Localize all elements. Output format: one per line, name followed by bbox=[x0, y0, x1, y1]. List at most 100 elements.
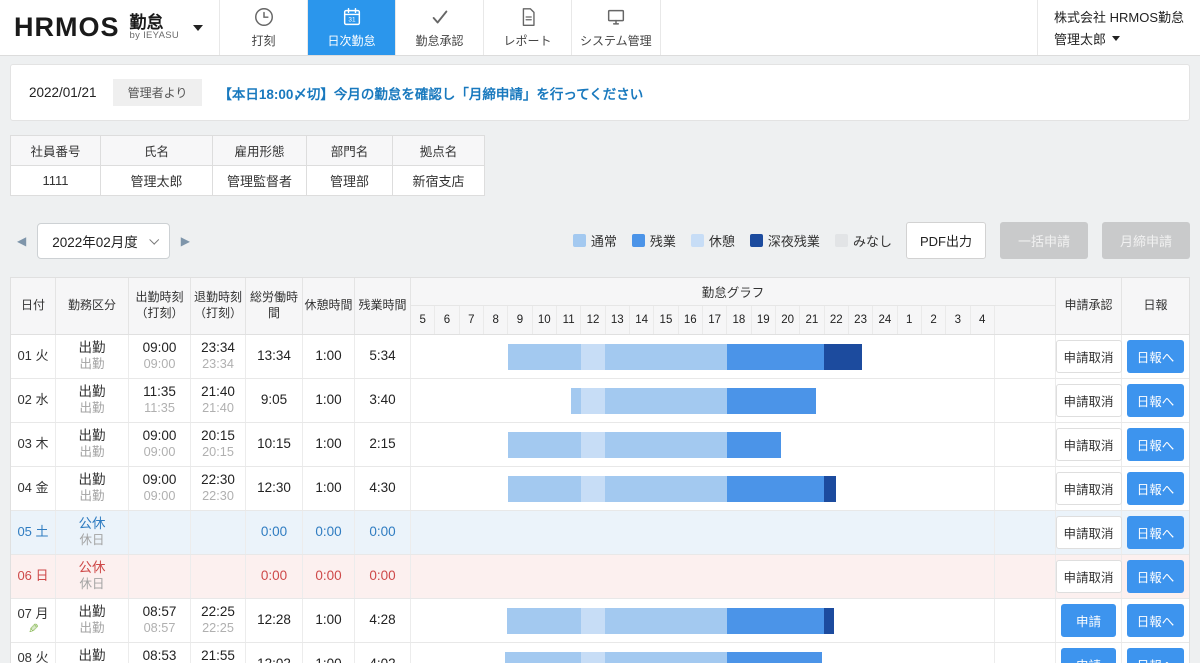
bulk-apply-button[interactable]: 一括申請 bbox=[1000, 222, 1088, 259]
date-label: 02 水 bbox=[17, 392, 48, 408]
hours-value: 1:00 bbox=[315, 612, 341, 629]
daily-report-button[interactable]: 日報へ bbox=[1127, 472, 1185, 505]
daily-report-button[interactable]: 日報へ bbox=[1127, 604, 1185, 637]
hour-header-cell: 15 bbox=[654, 306, 678, 334]
gantt-cell bbox=[411, 555, 1056, 598]
clock-time: 23:34 bbox=[201, 340, 235, 357]
overtime-hours-cell: 4:30 bbox=[355, 467, 411, 510]
date-cell: 03 木 bbox=[11, 423, 56, 466]
clock-out-cell: 22:3022:30 bbox=[191, 467, 246, 510]
hours-value: 12:28 bbox=[257, 612, 291, 629]
clock-time: 08:57 bbox=[143, 604, 177, 621]
worktype-cell: 出勤出勤 bbox=[56, 643, 129, 663]
cancel-request-button[interactable]: 申請取消 bbox=[1056, 428, 1122, 461]
report-cell: 日報へ bbox=[1122, 643, 1189, 663]
logo-dropdown-icon[interactable] bbox=[193, 25, 203, 31]
hours-value: 1:00 bbox=[315, 348, 341, 365]
clock-time-stamped: 11:35 bbox=[144, 401, 175, 417]
app-logo[interactable]: HRMOS 勤怠 by IEYASU bbox=[0, 0, 219, 55]
table-row: 04 金出勤出勤09:0009:0022:3022:3012:301:004:3… bbox=[11, 467, 1189, 511]
hours-value: 10:15 bbox=[257, 436, 291, 453]
hours-value: 1:00 bbox=[315, 392, 341, 409]
hours-value: 1:00 bbox=[315, 656, 341, 663]
pdf-export-button[interactable]: PDF出力 bbox=[906, 222, 986, 259]
apply-request-button[interactable]: 申請 bbox=[1061, 604, 1116, 637]
employee-header-row: 社員番号氏名雇用形態部門名拠点名 bbox=[11, 136, 485, 166]
nav-tab-approval[interactable]: 勤怠承認 bbox=[395, 0, 483, 55]
cancel-request-button[interactable]: 申請取消 bbox=[1056, 384, 1122, 417]
gantt-segment-normal bbox=[505, 652, 581, 663]
gantt-cell bbox=[411, 379, 1056, 422]
clock-time-stamped: 23:34 bbox=[202, 357, 234, 373]
worktype-label: 出勤 bbox=[79, 340, 106, 357]
clock-out-cell: 22:2522:25 bbox=[191, 599, 246, 642]
cancel-request-button[interactable]: 申請取消 bbox=[1056, 472, 1122, 505]
cancel-request-button[interactable]: 申請取消 bbox=[1056, 516, 1122, 549]
worktype-sub-label: 出勤 bbox=[79, 621, 104, 637]
gantt-bar-zone bbox=[411, 467, 995, 510]
clock-time-stamped: 08:57 bbox=[144, 621, 176, 637]
gantt-segment-overtime bbox=[727, 652, 822, 663]
column-header: 休憩時間 bbox=[303, 278, 355, 334]
prev-month-icon[interactable]: ◀ bbox=[10, 228, 33, 254]
clock-in-cell: 08:5308:53 bbox=[129, 643, 191, 663]
edit-pencil-icon[interactable]: ✎ bbox=[28, 622, 39, 635]
hour-header-cell: 19 bbox=[752, 306, 776, 334]
hour-header-cell: 11 bbox=[557, 306, 581, 334]
legend-label: 深夜残業 bbox=[768, 231, 820, 250]
gantt-header: 勤怠グラフ 5678910111213141516171819202122232… bbox=[411, 278, 1056, 334]
gantt-segment-latenight bbox=[824, 608, 834, 634]
legend-item: 通常 bbox=[573, 231, 617, 250]
account-menu[interactable]: 株式会社 HRMOS勤怠 管理太郎 bbox=[1037, 0, 1200, 55]
monitor-icon bbox=[605, 6, 627, 28]
nav-tab-dakoku[interactable]: 打刻 bbox=[219, 0, 307, 55]
clock-time: 20:15 bbox=[201, 428, 235, 445]
notice-message-link[interactable]: 【本日18:00〆切】今月の勤怠を確認し「月締申請」を行ってください bbox=[218, 83, 643, 103]
break-hours-cell: 1:00 bbox=[303, 467, 355, 510]
apply-request-button[interactable]: 申請 bbox=[1061, 648, 1116, 663]
main-nav: 打刻 31 日次勤怠 勤怠承認レポートシステム管理 bbox=[219, 0, 661, 55]
nav-tab-daily[interactable]: 31 日次勤怠 bbox=[307, 0, 395, 55]
worktype-cell: 出勤出勤 bbox=[56, 335, 129, 378]
hour-header-cell: 5 bbox=[411, 306, 435, 334]
daily-report-button[interactable]: 日報へ bbox=[1127, 428, 1185, 461]
break-hours-cell: 1:00 bbox=[303, 643, 355, 663]
hour-header-cell: 16 bbox=[679, 306, 703, 334]
nav-tab-system[interactable]: システム管理 bbox=[571, 0, 661, 55]
total-hours-cell: 0:00 bbox=[246, 555, 303, 598]
daily-report-button[interactable]: 日報へ bbox=[1127, 340, 1185, 373]
cancel-request-button[interactable]: 申請取消 bbox=[1056, 560, 1122, 593]
notice-bar: 2022/01/21 管理者より 【本日18:00〆切】今月の勤怠を確認し「月締… bbox=[10, 64, 1190, 121]
total-hours-cell: 12:02 bbox=[246, 643, 303, 663]
calendar-icon: 31 bbox=[341, 6, 363, 28]
daily-report-button[interactable]: 日報へ bbox=[1127, 560, 1185, 593]
hours-value: 5:34 bbox=[369, 348, 395, 365]
nav-tab-label: 日次勤怠 bbox=[328, 32, 376, 49]
month-select[interactable]: 2022年02月度 bbox=[37, 223, 170, 259]
column-header: 日付 bbox=[11, 278, 56, 334]
daily-report-button[interactable]: 日報へ bbox=[1127, 648, 1185, 663]
cancel-request-button[interactable]: 申請取消 bbox=[1056, 340, 1122, 373]
attendance-table-header: 日付勤務区分出勤時刻 （打刻）退勤時刻 （打刻）総労働時間休憩時間残業時間 勤怠… bbox=[11, 278, 1189, 335]
total-hours-cell: 12:30 bbox=[246, 467, 303, 510]
legend-swatch bbox=[573, 234, 586, 247]
month-toolbar: ◀ 2022年02月度 ▶ 通常残業休憩深夜残業みなし PDF出力 一括申請 月… bbox=[10, 222, 1190, 259]
legend-label: 残業 bbox=[650, 231, 676, 250]
clock-in-cell: 09:0009:00 bbox=[129, 335, 191, 378]
worktype-label: 公休 bbox=[79, 516, 106, 533]
daily-report-button[interactable]: 日報へ bbox=[1127, 516, 1185, 549]
total-hours-cell: 12:28 bbox=[246, 599, 303, 642]
table-row: 07 月✎出勤出勤08:5708:5722:2522:2512:281:004:… bbox=[11, 599, 1189, 643]
next-month-icon[interactable]: ▶ bbox=[174, 228, 197, 254]
hours-value: 0:00 bbox=[369, 568, 395, 585]
nav-tab-report[interactable]: レポート bbox=[483, 0, 571, 55]
table-row: 02 水出勤出勤11:3511:3521:4021:409:051:003:40… bbox=[11, 379, 1189, 423]
table-row: 03 木出勤出勤09:0009:0020:1520:1510:151:002:1… bbox=[11, 423, 1189, 467]
document-icon bbox=[517, 6, 539, 28]
employee-col-header: 雇用形態 bbox=[213, 136, 307, 166]
gantt-segment-rest bbox=[581, 432, 605, 458]
report-cell: 日報へ bbox=[1122, 423, 1189, 466]
clock-icon bbox=[253, 6, 275, 28]
daily-report-button[interactable]: 日報へ bbox=[1127, 384, 1185, 417]
month-close-apply-button[interactable]: 月締申請 bbox=[1102, 222, 1190, 259]
